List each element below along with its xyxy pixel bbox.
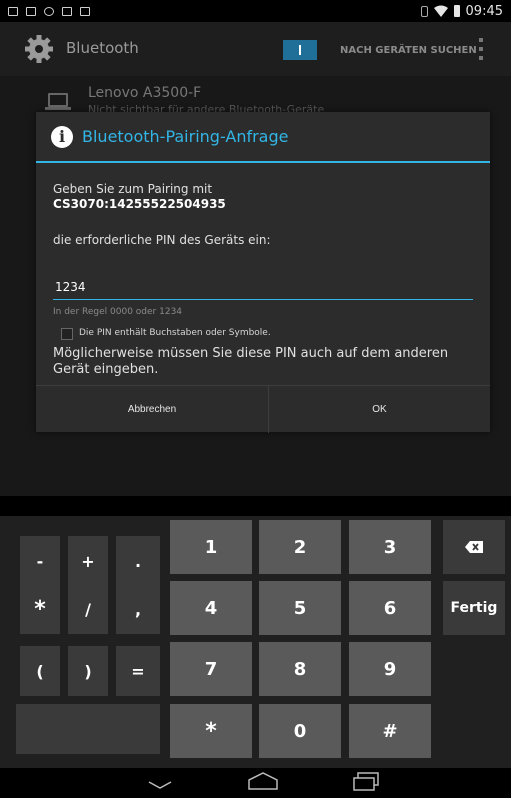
dialog-title: Bluetooth-Pairing-Anfrage [82, 127, 289, 146]
key-star[interactable]: * [170, 704, 252, 758]
navigation-bar [0, 768, 511, 798]
key-open-paren[interactable]: ( [20, 646, 60, 696]
pin-hint: In der Regel 0000 oder 1234 [53, 307, 183, 317]
key-9[interactable]: 9 [349, 642, 431, 696]
overflow-menu-icon[interactable] [479, 38, 485, 60]
home-icon[interactable] [247, 772, 279, 790]
ok-button[interactable]: OK [269, 386, 490, 433]
pairing-dialog: i Bluetooth-Pairing-Anfrage Geben Sie zu… [36, 112, 490, 433]
key-comma[interactable]: , [116, 584, 160, 634]
action-bar: Bluetooth NACH GERÄTEN SUCHEN [0, 22, 511, 76]
key-6[interactable]: 6 [349, 581, 431, 635]
bluetooth-status-icon [420, 5, 428, 17]
key-slash[interactable]: / [68, 584, 108, 634]
pin-input[interactable] [53, 275, 473, 300]
alphanumeric-pin-label[interactable]: Die PIN enthält Buchstaben oder Symbole. [79, 328, 271, 338]
notification-icon [8, 6, 18, 16]
status-time: 09:45 [465, 3, 503, 19]
key-1[interactable]: 1 [170, 520, 252, 574]
cancel-button[interactable]: Abbrechen [36, 386, 268, 433]
key-equals[interactable]: = [116, 646, 160, 696]
settings-gear-icon[interactable] [24, 34, 54, 64]
alphanumeric-pin-checkbox[interactable] [61, 328, 73, 340]
dialog-header: i Bluetooth-Pairing-Anfrage [36, 112, 490, 162]
key-close-paren[interactable]: ) [68, 646, 108, 696]
key-0[interactable]: 0 [259, 704, 341, 758]
dialog-note: Möglicherweise müssen Sie diese PIN auch… [53, 346, 449, 377]
info-icon: i [51, 126, 73, 148]
bluetooth-toggle[interactable] [283, 40, 317, 60]
backspace-icon [465, 541, 483, 553]
page-title: Bluetooth [66, 39, 139, 57]
recent-apps-icon[interactable] [352, 772, 380, 792]
device-name: Lenovo A3500-F [88, 85, 202, 101]
notification-icons [0, 6, 90, 16]
key-spacer[interactable] [16, 704, 160, 754]
dialog-message: Geben Sie zum Pairing mit [53, 182, 213, 196]
key-4[interactable]: 4 [170, 581, 252, 635]
laptop-icon [45, 93, 71, 110]
search-devices-button[interactable]: NACH GERÄTEN SUCHEN [340, 45, 477, 56]
key-minus[interactable]: - [20, 536, 60, 586]
key-hash[interactable]: # [349, 704, 431, 758]
key-7[interactable]: 7 [170, 642, 252, 696]
dialog-button-bar: Abbrechen OK [36, 385, 490, 433]
status-bar: 09:45 [0, 0, 511, 22]
done-key[interactable]: Fertig [443, 581, 505, 635]
wifi-icon [433, 5, 448, 17]
backspace-key[interactable] [443, 520, 505, 574]
key-3[interactable]: 3 [349, 520, 431, 574]
notification-icon [44, 6, 54, 16]
notification-icon [26, 6, 36, 16]
battery-icon [453, 5, 460, 17]
key-plus[interactable]: + [68, 536, 108, 586]
notification-icon [62, 6, 72, 16]
numeric-keyboard: - + . * / , ( ) = 1 2 3 4 5 6 7 8 9 * 0 … [0, 516, 511, 768]
key-5[interactable]: 5 [259, 581, 341, 635]
key-8[interactable]: 8 [259, 642, 341, 696]
key-asterisk[interactable]: * [20, 584, 60, 634]
key-period[interactable]: . [116, 536, 160, 586]
dialog-divider [36, 161, 490, 163]
dialog-message: die erforderliche PIN des Geräts ein: [53, 233, 271, 247]
notification-icon [80, 6, 90, 16]
key-2[interactable]: 2 [259, 520, 341, 574]
device-id: CS3070:14255522504935 [53, 197, 226, 211]
back-icon[interactable] [148, 780, 172, 790]
